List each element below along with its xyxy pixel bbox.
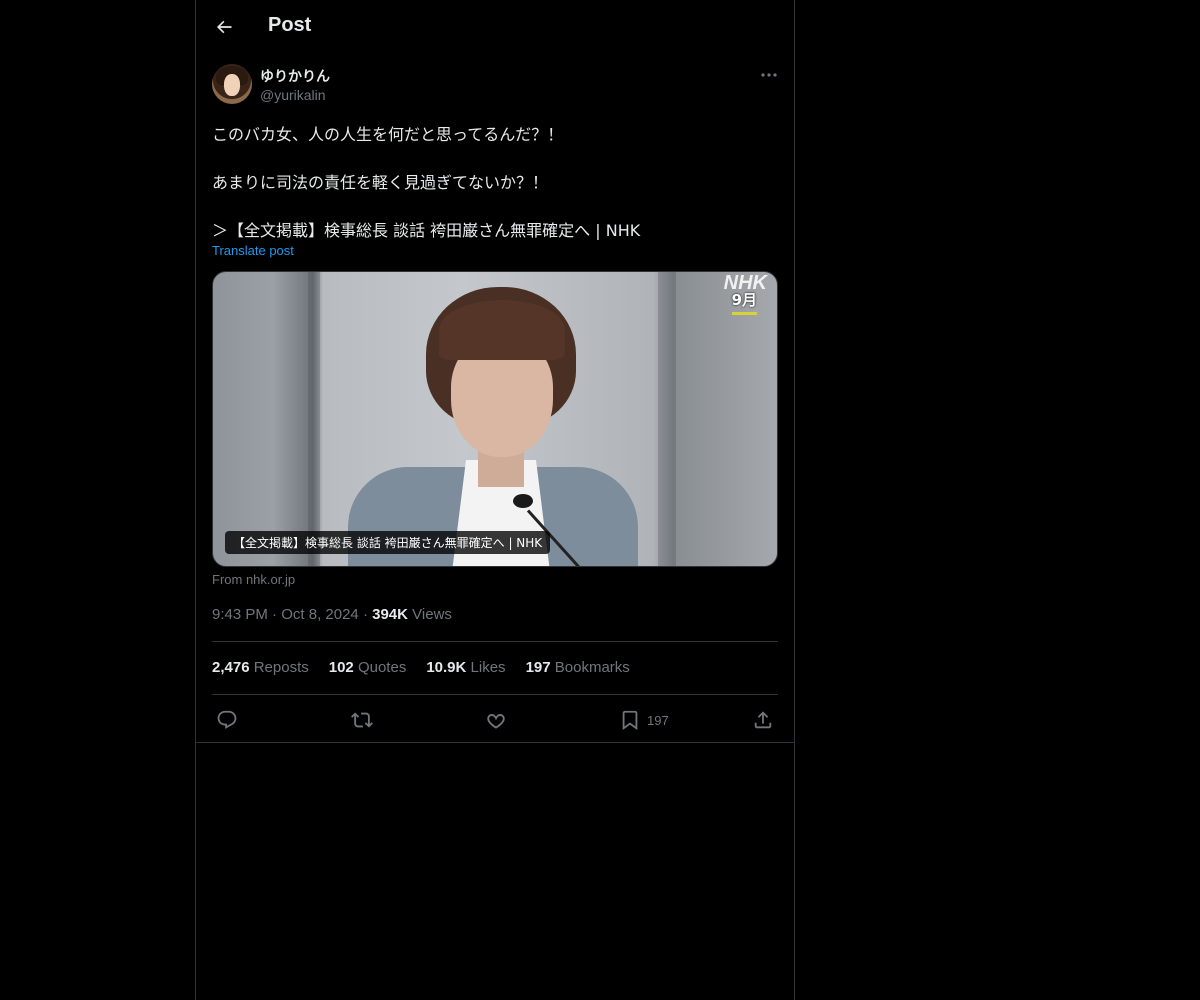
bookmarks-stat[interactable]: 197 Bookmarks xyxy=(526,659,630,676)
link-source[interactable]: From nhk.or.jp xyxy=(212,572,295,587)
divider xyxy=(196,742,794,743)
post-text-line: あまりに司法の責任を軽く見過ぎてないか？！ xyxy=(212,173,549,192)
more-icon xyxy=(761,73,777,77)
reply-icon xyxy=(217,710,237,729)
divider xyxy=(212,694,778,695)
avatar[interactable] xyxy=(212,64,252,104)
reposts-stat[interactable]: 2,476 Reposts xyxy=(212,659,309,676)
back-arrow-icon xyxy=(217,20,232,34)
link-card-caption: 【全文掲載】検事総長 談話 袴田巌さん無罪確定へ | NHK xyxy=(225,531,551,554)
post-text-line: ＞【全文掲載】検事総長 談話 袴田巌さん無罪確定へ | NHK xyxy=(212,221,641,240)
divider xyxy=(212,641,778,642)
like-button[interactable] xyxy=(485,706,507,734)
speaker-image xyxy=(343,282,643,566)
main-column: Post ゆりかりん @yurikalin このバカ女、人の人生を何だと思ってる… xyxy=(195,0,795,1000)
share-icon xyxy=(754,711,772,729)
share-button[interactable] xyxy=(752,706,774,734)
post-date[interactable]: Oct 8, 2024 xyxy=(281,606,359,623)
link-card-image[interactable]: NHK 9月 【全文掲載】検事総長 談話 袴田巌さん無罪確定へ | NHK xyxy=(212,271,778,567)
bookmark-count: 197 xyxy=(647,712,669,728)
post-meta: 9:43 PM · Oct 8, 2024 · 394K Views xyxy=(212,606,452,623)
heart-icon xyxy=(487,714,505,729)
bookmark-icon xyxy=(622,710,638,731)
engagement-stats: 2,476 Reposts 102 Quotes 10.9K Likes 197… xyxy=(212,659,630,676)
microphone-icon xyxy=(513,494,533,508)
repost-button[interactable] xyxy=(351,706,373,734)
more-options-button[interactable] xyxy=(754,64,784,86)
post-time[interactable]: 9:43 PM xyxy=(212,606,268,623)
page-header: Post xyxy=(196,0,794,54)
page-title: Post xyxy=(268,14,312,36)
author-handle[interactable]: @yurikalin xyxy=(260,87,326,103)
month-label: 9月 xyxy=(731,289,757,315)
translate-post-link[interactable]: Translate post xyxy=(212,243,294,258)
repost-icon xyxy=(351,712,373,728)
action-bar: 197 xyxy=(196,700,794,740)
views-count: 394K xyxy=(372,606,408,623)
reply-button[interactable] xyxy=(216,706,238,734)
views-label: Views xyxy=(412,606,452,623)
bookmark-button[interactable]: 197 xyxy=(619,706,669,734)
quotes-stat[interactable]: 102 Quotes xyxy=(329,659,407,676)
likes-stat[interactable]: 10.9K Likes xyxy=(426,659,505,676)
post-text-line: このバカ女、人の人生を何だと思ってるんだ？！ xyxy=(212,125,564,144)
author-display-name[interactable]: ゆりかりん xyxy=(260,66,330,86)
back-button[interactable] xyxy=(208,11,240,43)
